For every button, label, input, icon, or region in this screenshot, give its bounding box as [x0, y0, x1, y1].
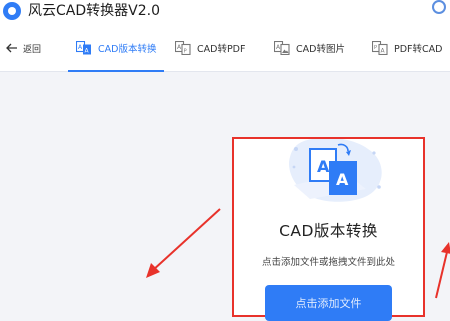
app-logo-icon [3, 2, 21, 20]
window-menu-icon[interactable] [432, 0, 446, 14]
drop-hint-text: 点击添加文件或拖拽文件到此处 [261, 257, 395, 268]
tab-label: CAD转图片 [296, 44, 345, 55]
back-arrow-icon [6, 43, 17, 53]
app-title: 风云CAD转换器V2.0 [28, 3, 160, 19]
back-label: 返回 [23, 44, 42, 55]
svg-text:P: P [374, 45, 377, 51]
card-title: CAD版本转换 [279, 222, 378, 240]
tab-label: CAD版本转换 [98, 44, 157, 55]
tab-label: CAD转PDF [197, 44, 246, 55]
tab-cad-version-convert[interactable]: A A CAD版本转换 [67, 24, 165, 72]
conversion-illustration: A A [289, 139, 382, 202]
svg-text:A: A [317, 157, 330, 176]
add-file-button[interactable]: 点击添加文件 [265, 285, 392, 321]
back-button[interactable]: 返回 [6, 39, 41, 57]
tab-label: PDF转CAD [394, 44, 443, 55]
svg-text:P: P [184, 49, 187, 55]
title-bar: 风云CAD转换器V2.0 [0, 0, 450, 24]
tab-cad-to-image[interactable]: A CAD转图片 [274, 24, 345, 72]
upload-drop-zone[interactable]: A A CAD版本转换 点击添加文件或拖拽文件到此处 点击添加文件 [232, 137, 425, 321]
svg-text:A: A [336, 170, 349, 189]
pdf-to-cad-icon: P A [372, 41, 388, 55]
cad-to-pdf-icon: A P [175, 41, 191, 55]
nav-bar: 返回 A A CAD版本转换 A P CAD转PDF A CAD转图片 P A … [0, 24, 450, 72]
annotation-arrow-left [146, 208, 221, 278]
add-file-button-label: 点击添加文件 [295, 297, 362, 310]
convert-version-icon: A A [76, 41, 92, 55]
annotation-arrow-right [435, 242, 450, 299]
tab-cad-to-pdf[interactable]: A P CAD转PDF [175, 24, 245, 72]
tab-pdf-to-cad[interactable]: P A PDF转CAD [372, 24, 442, 72]
cad-to-image-icon: A [274, 41, 290, 55]
